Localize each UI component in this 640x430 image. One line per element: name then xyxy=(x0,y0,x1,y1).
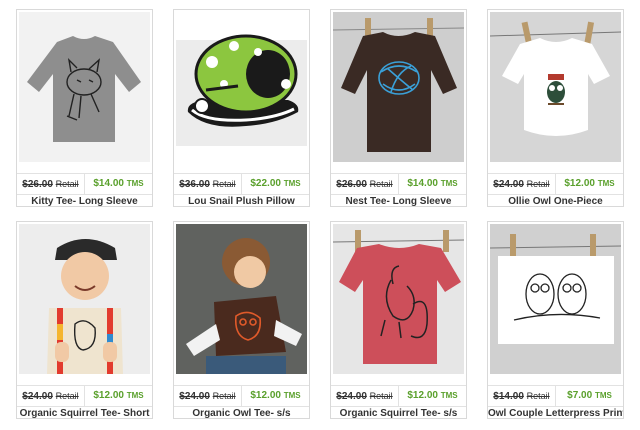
retail-price: $26.00 Retail xyxy=(331,174,399,194)
product-image[interactable] xyxy=(490,12,621,162)
product-image[interactable] xyxy=(333,12,464,162)
product-card[interactable]: $36.00 Retail $22.00 TMS Lou Snail Plush… xyxy=(173,9,310,207)
price-row: $24.00 Retail $12.00 TMS xyxy=(488,173,623,195)
price-row: $26.00 Retail $14.00 TMS xyxy=(17,173,152,195)
price-row: $24.00 Retail $12.00 TMS xyxy=(17,385,152,407)
retail-price: $24.00 Retail xyxy=(17,386,85,406)
tms-price: $14.00 TMS xyxy=(93,178,144,189)
product-name[interactable]: Organic Squirrel Tee- Short xyxy=(17,408,152,419)
price-row: $36.00 Retail $22.00 TMS xyxy=(174,173,309,195)
product-image[interactable] xyxy=(176,224,307,374)
retail-price: $24.00 Retail xyxy=(331,386,399,406)
price-row: $24.00 Retail $12.00 TMS xyxy=(174,385,309,407)
product-card[interactable]: $26.00 Retail $14.00 TMS Nest Tee- Long … xyxy=(330,9,467,207)
retail-price: $24.00 Retail xyxy=(174,386,242,406)
tms-price: $14.00 TMS xyxy=(407,178,458,189)
product-name[interactable]: Nest Tee- Long Sleeve xyxy=(331,196,466,207)
product-card[interactable]: $24.00 Retail $12.00 TMS Organic Owl Tee… xyxy=(173,221,310,419)
retail-price: $14.00 Retail xyxy=(488,386,556,406)
product-image[interactable] xyxy=(333,224,464,374)
tms-price: $12.00 TMS xyxy=(407,390,458,401)
product-name[interactable]: Kitty Tee- Long Sleeve xyxy=(17,196,152,207)
product-card[interactable]: $24.00 Retail $12.00 TMS Organic Squirre… xyxy=(330,221,467,419)
price-row: $24.00 Retail $12.00 TMS xyxy=(331,385,466,407)
price-row: $26.00 Retail $14.00 TMS xyxy=(331,173,466,195)
product-name[interactable]: Owl Couple Letterpress Print xyxy=(488,408,623,419)
product-card[interactable]: $24.00 Retail $12.00 TMS Ollie Owl One-P… xyxy=(487,9,624,207)
product-image[interactable] xyxy=(176,12,307,162)
product-card[interactable]: $26.00 Retail $14.00 TMS Kitty Tee- Long… xyxy=(16,9,153,207)
product-name[interactable]: Organic Owl Tee- s/s xyxy=(174,408,309,419)
product-image[interactable] xyxy=(19,224,150,374)
price-row: $14.00 Retail $7.00 TMS xyxy=(488,385,623,407)
tms-price: $12.00 TMS xyxy=(93,390,144,401)
tms-price: $12.00 TMS xyxy=(250,390,301,401)
product-card[interactable]: $24.00 Retail $12.00 TMS Organic Squirre… xyxy=(16,221,153,419)
product-name[interactable]: Lou Snail Plush Pillow xyxy=(174,196,309,207)
product-image[interactable] xyxy=(19,12,150,162)
product-card[interactable]: $14.00 Retail $7.00 TMS Owl Couple Lette… xyxy=(487,221,624,419)
product-image[interactable] xyxy=(490,224,621,374)
tms-price: $7.00 TMS xyxy=(567,390,612,401)
tms-price: $12.00 TMS xyxy=(564,178,615,189)
product-name[interactable]: Ollie Owl One-Piece xyxy=(488,196,623,207)
tms-price: $22.00 TMS xyxy=(250,178,301,189)
retail-price: $36.00 Retail xyxy=(174,174,242,194)
retail-price: $24.00 Retail xyxy=(488,174,556,194)
retail-price: $26.00 Retail xyxy=(17,174,85,194)
product-name[interactable]: Organic Squirrel Tee- s/s xyxy=(331,408,466,419)
